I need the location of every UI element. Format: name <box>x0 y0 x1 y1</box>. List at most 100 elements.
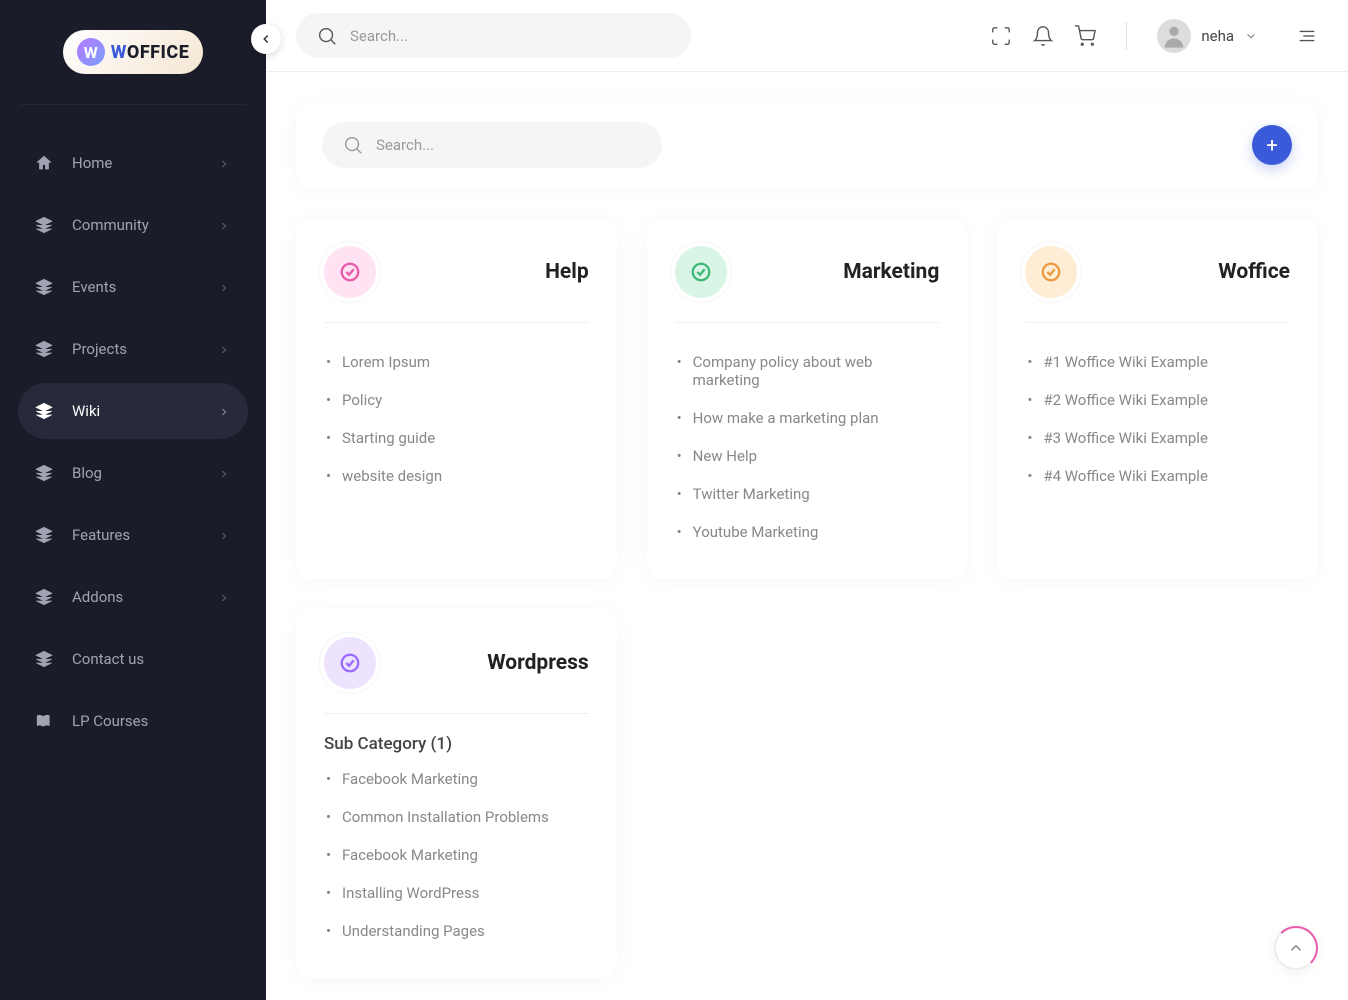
fullscreen-icon <box>990 25 1012 47</box>
card-title[interactable]: Woffice <box>1218 260 1290 284</box>
card-list: #1 Woffice Wiki Example#2 Woffice Wiki E… <box>1025 343 1290 495</box>
menu-icon <box>1296 25 1318 47</box>
notifications-button[interactable] <box>1032 25 1054 47</box>
sidebar-item-label: Addons <box>72 588 123 606</box>
bell-icon <box>1032 25 1054 47</box>
stack-icon <box>34 463 54 483</box>
sidebar-item-projects[interactable]: Projects <box>18 321 248 377</box>
sidebar-item-community[interactable]: Community <box>18 197 248 253</box>
sidebar-item-label: Projects <box>72 340 127 358</box>
check-circle-icon <box>1025 246 1077 298</box>
wiki-article-link[interactable]: Understanding Pages <box>324 912 589 950</box>
card-title[interactable]: Help <box>545 260 589 284</box>
wiki-article-link[interactable]: #4 Woffice Wiki Example <box>1025 457 1290 495</box>
sidebar-item-label: Events <box>72 278 116 296</box>
wiki-article-link[interactable]: Common Installation Problems <box>324 798 589 836</box>
sidebar-item-label: Community <box>72 216 149 234</box>
sidebar-item-label: LP Courses <box>72 712 148 730</box>
stack-icon <box>34 215 54 235</box>
sidebar-item-features[interactable]: Features <box>18 507 248 563</box>
wiki-article-link[interactable]: Policy <box>324 381 589 419</box>
wiki-article-link[interactable]: New Help <box>675 437 940 475</box>
wiki-search[interactable] <box>322 122 662 168</box>
chevron-up-icon <box>1287 939 1305 957</box>
sidebar-collapse-button[interactable] <box>251 24 281 54</box>
scroll-top-button[interactable] <box>1274 926 1318 970</box>
sidebar-item-lp-courses[interactable]: LP Courses <box>18 693 248 749</box>
chevron-right-icon <box>218 528 232 542</box>
user-menu[interactable]: neha <box>1157 19 1258 53</box>
sidebar-item-label: Features <box>72 526 130 544</box>
wiki-search-input[interactable] <box>376 136 642 154</box>
sidebar-item-home[interactable]: Home <box>18 135 248 191</box>
chevron-right-icon <box>218 404 232 418</box>
search-icon <box>316 25 338 47</box>
stack-icon <box>34 401 54 421</box>
chevron-right-icon <box>218 466 232 480</box>
chevron-right-icon <box>218 590 232 604</box>
cards-grid: Help Lorem IpsumPolicyStarting guidewebsi… <box>296 218 1318 978</box>
fullscreen-button[interactable] <box>990 25 1012 47</box>
menu-button[interactable] <box>1296 25 1318 47</box>
wiki-article-link[interactable]: #2 Woffice Wiki Example <box>1025 381 1290 419</box>
chevron-right-icon <box>218 280 232 294</box>
logo[interactable]: W WOFFICE <box>20 20 246 105</box>
check-circle-icon <box>324 246 376 298</box>
card-list: Facebook MarketingCommon Installation Pr… <box>324 760 589 950</box>
wiki-article-link[interactable]: How make a marketing plan <box>675 399 940 437</box>
card-list: Company policy about web marketingHow ma… <box>675 343 940 551</box>
wiki-article-link[interactable]: Installing WordPress <box>324 874 589 912</box>
wiki-article-link[interactable]: Facebook Marketing <box>324 760 589 798</box>
wiki-article-link[interactable]: #1 Woffice Wiki Example <box>1025 343 1290 381</box>
sidebar-item-label: Wiki <box>72 402 100 420</box>
sidebar-item-blog[interactable]: Blog <box>18 445 248 501</box>
section-header: + <box>296 102 1318 188</box>
search-icon <box>342 134 364 156</box>
wiki-category-card: Help Lorem IpsumPolicyStarting guidewebsi… <box>296 218 617 579</box>
wiki-article-link[interactable]: website design <box>324 457 589 495</box>
topbar: neha <box>266 0 1348 72</box>
card-title[interactable]: Marketing <box>843 260 939 284</box>
wiki-article-link[interactable]: Facebook Marketing <box>324 836 589 874</box>
wiki-article-link[interactable]: Company policy about web marketing <box>675 343 940 399</box>
chevron-right-icon <box>218 156 232 170</box>
content: + Help Lorem IpsumPolicyStarting guideweb… <box>266 72 1348 1000</box>
card-title[interactable]: Wordpress <box>487 651 588 675</box>
sidebar-item-wiki[interactable]: Wiki <box>18 383 248 439</box>
sidebar-item-addons[interactable]: Addons <box>18 569 248 625</box>
stack-icon <box>34 525 54 545</box>
wiki-category-card: Marketing Company policy about web market… <box>647 218 968 579</box>
stack-icon <box>34 587 54 607</box>
sub-category-label[interactable]: Sub Category (1) <box>324 734 589 754</box>
check-circle-icon <box>675 246 727 298</box>
card-list: Lorem IpsumPolicyStarting guidewebsite d… <box>324 343 589 495</box>
sidebar-item-label: Blog <box>72 464 102 482</box>
sidebar-nav: Home Community Events Projects Wiki Blog Featu… <box>0 125 266 765</box>
logo-mark: W <box>77 38 105 66</box>
logo-text: WOFFICE <box>111 42 190 63</box>
wiki-article-link[interactable]: #3 Woffice Wiki Example <box>1025 419 1290 457</box>
wiki-article-link[interactable]: Youtube Marketing <box>675 513 940 551</box>
stack-icon <box>34 649 54 669</box>
plus-icon: + <box>1266 133 1277 157</box>
wiki-article-link[interactable]: Lorem Ipsum <box>324 343 589 381</box>
user-name: neha <box>1201 27 1234 45</box>
wiki-article-link[interactable]: Twitter Marketing <box>675 475 940 513</box>
avatar <box>1157 19 1191 53</box>
sidebar-item-contact-us[interactable]: Contact us <box>18 631 248 687</box>
book-icon <box>34 711 54 731</box>
check-circle-icon <box>324 637 376 689</box>
global-search-input[interactable] <box>350 27 671 45</box>
home-icon <box>34 153 54 173</box>
add-button[interactable]: + <box>1252 125 1292 165</box>
sidebar-item-label: Home <box>72 154 112 172</box>
main: neha + Help Lorem IpsumPolicyStarting gui… <box>266 0 1348 1000</box>
chevron-right-icon <box>218 218 232 232</box>
sidebar-item-events[interactable]: Events <box>18 259 248 315</box>
cart-button[interactable] <box>1074 25 1096 47</box>
wiki-category-card: Woffice #1 Woffice Wiki Example#2 Woffice… <box>997 218 1318 579</box>
sidebar-item-label: Contact us <box>72 650 144 668</box>
global-search[interactable] <box>296 13 691 58</box>
wiki-article-link[interactable]: Starting guide <box>324 419 589 457</box>
cart-icon <box>1074 25 1096 47</box>
